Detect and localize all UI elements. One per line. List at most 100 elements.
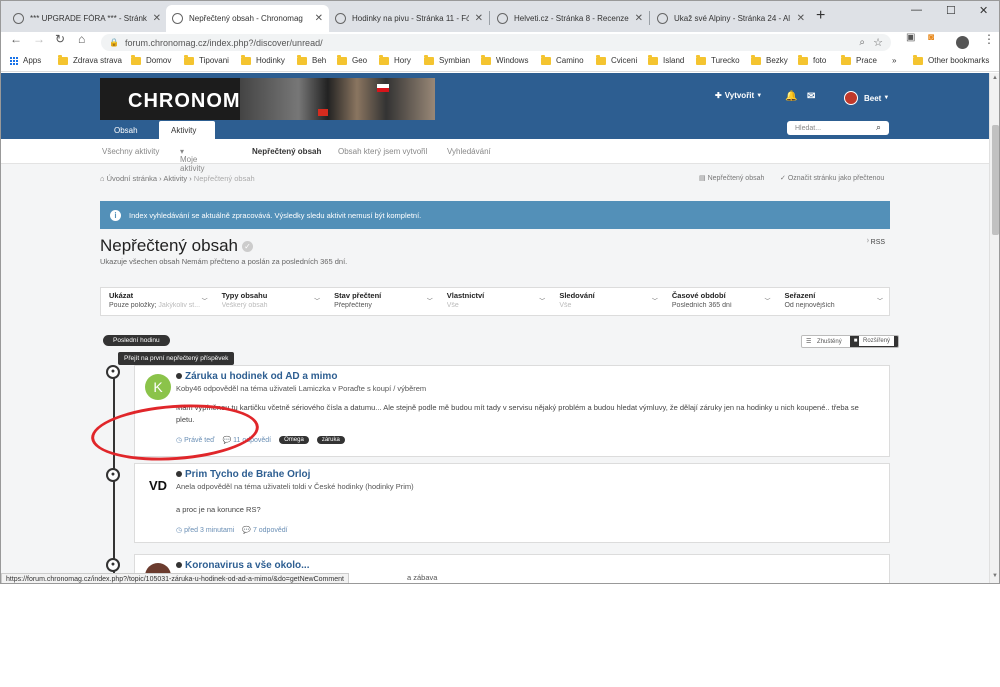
post-time[interactable]: ◷ před 3 minutami <box>176 526 234 534</box>
breadcrumb-home[interactable]: Úvodní stránka <box>107 174 157 183</box>
rss-link[interactable]: ⁾ RSS <box>867 238 885 246</box>
bookmark-folder[interactable]: Prace <box>841 54 877 65</box>
unread-content-link[interactable]: ▤ Nepřečtený obsah <box>699 174 764 182</box>
status-bar-url: https://forum.chronomag.cz/index.php?/to… <box>1 573 349 583</box>
bookmark-folder[interactable]: Domov <box>131 54 171 65</box>
filter-show[interactable]: Ukázat Pouze položky; Jakýkoliv st... ﹀ <box>101 288 214 315</box>
filter-time-period[interactable]: Časové období Posledních 365 dní ﹀ <box>664 288 777 315</box>
tab-strip: *** UPGRADE FÓRA *** - Stránka 1 ✕ Nepře… <box>1 1 999 32</box>
bookmark-folder[interactable]: Hory <box>379 54 411 65</box>
breadcrumb-activity[interactable]: Aktivity <box>163 174 187 183</box>
tag[interactable]: Omega <box>279 436 309 444</box>
unread-dot-icon[interactable] <box>176 562 182 569</box>
search-input[interactable]: Hledat... ⌕ <box>787 121 889 135</box>
site-banner[interactable]: CHRONOMAG <box>100 78 435 120</box>
info-icon: i <box>110 209 121 221</box>
page-title: Nepřečtený obsah ✓ <box>100 236 253 256</box>
avatar[interactable]: VD <box>145 472 171 498</box>
close-tab-icon[interactable]: ✕ <box>475 13 483 24</box>
bookmark-apps[interactable]: Apps <box>10 56 41 65</box>
plus-icon: ✚ <box>715 91 722 100</box>
scrollbar-thumb[interactable] <box>992 125 999 235</box>
nav-tab-aktivity[interactable]: Aktivity <box>159 121 215 139</box>
comment-icon[interactable]: ● <box>106 468 120 482</box>
zoom-icon[interactable]: ⌕ <box>859 37 865 48</box>
filter-read-status[interactable]: Stav přečtení Přepřečteny ﹀ <box>326 288 439 315</box>
subnav-my-content[interactable]: Obsah který jsem vytvořil <box>338 147 427 156</box>
bookmark-folder[interactable]: Symbian <box>424 54 470 65</box>
close-tab-icon[interactable]: ✕ <box>797 13 805 24</box>
bookmark-folder[interactable]: Island <box>648 54 684 65</box>
scroll-up-icon[interactable]: ▲ <box>992 75 998 81</box>
subnav-search[interactable]: Vyhledávání <box>447 147 491 156</box>
forward-icon[interactable]: → <box>33 32 45 46</box>
bookmark-folder[interactable]: Hodinky <box>241 54 285 65</box>
create-button[interactable]: ✚ Vytvořit ▼ <box>715 91 762 100</box>
filter-following[interactable]: Sledování Vše ﹀ <box>551 288 664 315</box>
browser-tab[interactable]: Helveti.cz - Stránka 8 - Recenze ✕ <box>491 5 649 32</box>
topic-title-link[interactable]: Koronavirus a vše okolo... <box>176 560 309 571</box>
comment-icon[interactable]: ● <box>106 558 120 572</box>
reload-icon[interactable]: ↻ <box>55 32 65 46</box>
topic-title-link[interactable]: Záruka u hodinek od AD a mimo <box>176 371 337 382</box>
home-icon[interactable]: ⌂ <box>78 32 85 46</box>
rss-extension-icon[interactable]: ◙ <box>928 32 934 43</box>
follow-check-icon[interactable]: ✓ <box>241 241 253 253</box>
list-icon: ▤ <box>699 175 708 182</box>
new-tab-button[interactable]: + <box>816 7 825 25</box>
close-tab-icon[interactable]: ✕ <box>315 13 323 24</box>
filter-sort[interactable]: Seřazení Od nejnovějších ﹀ <box>776 288 889 315</box>
bookmark-folder[interactable]: Zdrava strava <box>58 54 122 65</box>
reply-count[interactable]: 💬 7 odpovědí <box>242 526 287 534</box>
unread-dot-icon[interactable] <box>176 373 182 380</box>
subnav-all-activity[interactable]: Všechny aktivity <box>102 147 159 156</box>
folder-icon <box>58 54 68 65</box>
bookmark-folder[interactable]: Bezky <box>751 54 788 65</box>
bookmark-folder[interactable]: Tipovani <box>184 54 229 65</box>
menu-icon[interactable]: ⋮ <box>983 32 995 46</box>
minimize-icon[interactable]: — <box>911 4 922 16</box>
bookmark-star-icon[interactable]: ☆ <box>873 36 883 49</box>
bookmark-folder[interactable]: Cviceni <box>596 54 637 65</box>
browser-tab-active[interactable]: Nepřečtený obsah - Chronomag ✕ <box>166 5 329 32</box>
other-bookmarks[interactable]: Other bookmarks <box>913 54 989 65</box>
scroll-down-icon[interactable]: ▼ <box>992 573 998 579</box>
topic-title-link[interactable]: Prim Tycho de Brahe Orloj <box>176 469 310 480</box>
view-expanded-button[interactable]: ■ Rozšířený <box>849 336 899 347</box>
subnav-my-activity[interactable]: Moje aktivity ▾ <box>180 147 204 173</box>
close-tab-icon[interactable]: ✕ <box>153 13 161 24</box>
address-bar[interactable]: 🔒 forum.chronomag.cz/index.php?/discover… <box>101 34 891 51</box>
page-scrollbar[interactable]: ▲ ▼ <box>989 73 999 583</box>
close-tab-icon[interactable]: ✕ <box>635 13 643 24</box>
bookmarks-overflow[interactable]: » <box>892 56 896 65</box>
browser-tab[interactable]: Ukaž své Alpiny - Stránka 24 - Al ✕ <box>651 5 811 32</box>
bookmark-folder[interactable]: Beh <box>297 54 326 65</box>
browser-tab[interactable]: Hodinky na pivu - Stránka 11 - Fó ✕ <box>329 5 489 32</box>
user-menu[interactable]: Beet ▼ <box>844 91 889 105</box>
bookmark-folder[interactable]: Camino <box>541 54 584 65</box>
search-icon[interactable]: ⌕ <box>876 122 881 133</box>
bookmark-folder[interactable]: Turecko <box>696 54 740 65</box>
filter-ownership[interactable]: Vlastnictví Vše ﹀ <box>439 288 552 315</box>
filter-content-type[interactable]: Typy obsahu Veškerý obsah ﹀ <box>214 288 327 315</box>
subnav-unread-content[interactable]: Nepřečtený obsah <box>252 147 321 156</box>
bookmark-folder[interactable]: Geo <box>337 54 367 65</box>
bookmark-folder[interactable]: Windows <box>481 54 528 65</box>
browser-tab[interactable]: *** UPGRADE FÓRA *** - Stránka 1 ✕ <box>7 5 167 32</box>
tag[interactable]: záruka <box>316 436 345 444</box>
profile-avatar[interactable] <box>956 36 969 49</box>
notifications-bell-icon[interactable]: 🔔 <box>785 91 797 102</box>
avatar[interactable]: K <box>145 374 171 400</box>
mark-read-link[interactable]: ✓ Označit stránku jako přečtenou <box>780 174 884 182</box>
nav-tab-obsah[interactable]: Obsah <box>102 121 150 139</box>
maximize-icon[interactable]: ☐ <box>946 4 956 17</box>
view-condensed-button[interactable]: ☰ Zhuštěný <box>802 336 850 347</box>
extension-icon[interactable]: ▣ <box>906 32 915 43</box>
bookmark-folder[interactable]: foto <box>798 54 826 65</box>
folder-icon <box>913 54 923 65</box>
unread-dot-icon[interactable] <box>176 471 182 478</box>
messages-envelope-icon[interactable]: ✉ <box>807 91 815 102</box>
back-icon[interactable]: ← <box>10 32 22 46</box>
close-window-icon[interactable]: ✕ <box>979 4 988 17</box>
comment-icon[interactable]: ● <box>106 365 120 379</box>
